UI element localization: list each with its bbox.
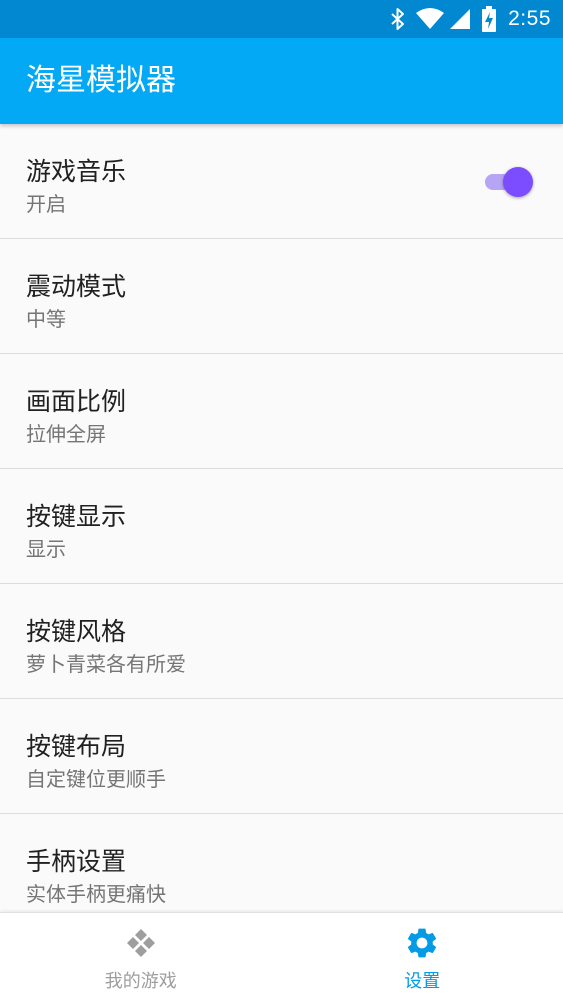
nav-item-my-games[interactable]: 我的游戏 [0, 913, 282, 1001]
setting-summary: 自定键位更顺手 [26, 763, 166, 792]
setting-title: 游戏音乐 [26, 152, 126, 188]
setting-summary: 拉伸全屏 [26, 418, 106, 447]
setting-row-vibration-mode[interactable]: 震动模式 中等 [0, 239, 563, 354]
status-icons: 2:55 [390, 0, 551, 38]
setting-title: 震动模式 [26, 267, 126, 303]
battery-charging-icon [482, 6, 496, 32]
game-music-toggle[interactable] [483, 166, 533, 196]
nav-label: 我的游戏 [0, 967, 282, 993]
wifi-icon [416, 7, 444, 31]
nav-label: 设置 [282, 967, 563, 993]
nav-item-settings[interactable]: 设置 [282, 913, 563, 1001]
setting-title: 按键显示 [26, 497, 126, 533]
status-time: 2:55 [508, 7, 551, 31]
setting-title: 手柄设置 [26, 842, 126, 878]
gear-icon [404, 925, 440, 961]
setting-row-gamepad-settings[interactable]: 手柄设置 实体手柄更痛快 [0, 814, 563, 912]
bluetooth-icon [390, 7, 406, 31]
setting-title: 画面比例 [26, 382, 126, 418]
settings-list: 游戏音乐 开启 震动模式 中等 画面比例 拉伸全屏 按键显示 显示 按键风格 萝… [0, 124, 563, 912]
setting-title: 按键布局 [26, 727, 126, 763]
setting-summary: 显示 [26, 533, 66, 562]
app-title: 海星模拟器 [26, 38, 176, 124]
setting-title: 按键风格 [26, 612, 126, 648]
setting-row-button-style[interactable]: 按键风格 萝卜青菜各有所爱 [0, 584, 563, 699]
setting-row-aspect-ratio[interactable]: 画面比例 拉伸全屏 [0, 354, 563, 469]
setting-row-game-music[interactable]: 游戏音乐 开启 [0, 124, 563, 239]
setting-summary: 开启 [26, 188, 66, 217]
toggle-thumb [503, 167, 533, 197]
bottom-nav: 我的游戏 设置 [0, 912, 563, 1001]
cell-signal-icon [448, 7, 470, 31]
status-bar: 2:55 [0, 0, 563, 38]
setting-row-button-layout[interactable]: 按键布局 自定键位更顺手 [0, 699, 563, 814]
gamepad-icon [123, 925, 159, 961]
setting-row-button-display[interactable]: 按键显示 显示 [0, 469, 563, 584]
setting-summary: 实体手柄更痛快 [26, 878, 166, 907]
setting-summary: 萝卜青菜各有所爱 [26, 648, 186, 677]
app-bar: 海星模拟器 [0, 38, 563, 124]
setting-summary: 中等 [26, 303, 66, 332]
